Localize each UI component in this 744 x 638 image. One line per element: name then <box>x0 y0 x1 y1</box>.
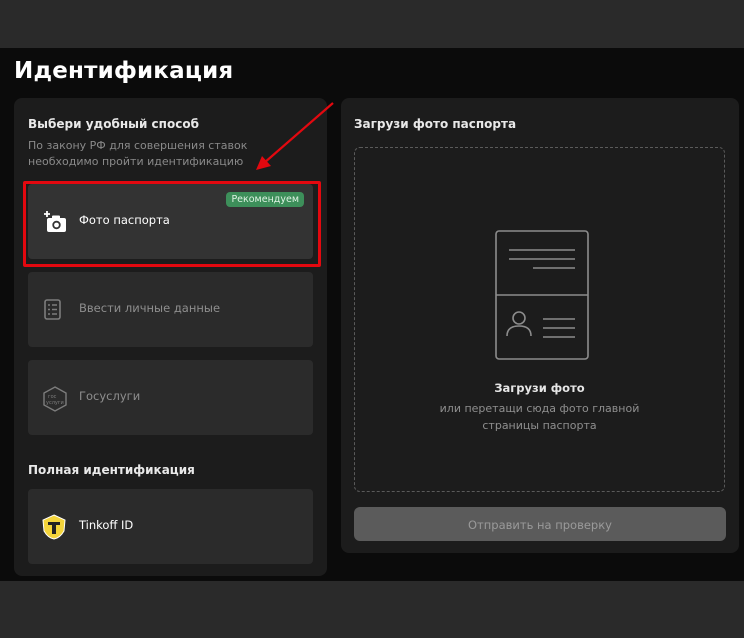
bottom-letterbox <box>0 581 744 638</box>
method-passport-photo[interactable]: Фото паспорта Рекомендуем <box>28 184 313 259</box>
gosuslugi-logo-icon: гос услуги <box>42 386 67 412</box>
tinkoff-shield-icon <box>40 513 66 540</box>
svg-text:услуги: услуги <box>46 400 64 406</box>
top-letterbox <box>0 0 744 48</box>
upload-hint-line2: страницы паспорта <box>482 419 597 432</box>
document-list-icon <box>42 298 66 322</box>
passport-dropzone[interactable]: Загрузи фото или перетащи сюда фото глав… <box>354 147 725 492</box>
upload-panel-title: Загрузи фото паспорта <box>354 117 517 131</box>
choose-method-subtitle-line2: необходимо пройти идентификацию <box>28 155 244 168</box>
choose-method-title: Выбери удобный способ <box>28 117 199 131</box>
method-personal-data[interactable]: Ввести личные данные <box>28 272 313 347</box>
page-title: Идентификация <box>14 58 234 84</box>
recommended-badge: Рекомендуем <box>226 192 304 207</box>
method-tinkoff-id[interactable]: Tinkoff ID <box>28 489 313 564</box>
add-camera-icon <box>42 210 66 234</box>
choose-method-subtitle-line1: По закону РФ для совершения ставок <box>28 139 248 152</box>
upload-title: Загрузи фото <box>494 381 585 395</box>
method-gosuslugi[interactable]: гос услуги Госуслуги <box>28 360 313 435</box>
submit-for-review-button[interactable]: Отправить на проверку <box>354 507 726 541</box>
passport-page-icon <box>495 230 589 360</box>
full-identification-title: Полная идентификация <box>28 463 195 477</box>
method-personal-data-label: Ввести личные данные <box>79 301 221 315</box>
method-passport-photo-label: Фото паспорта <box>79 213 170 227</box>
method-tinkoff-id-label: Tinkoff ID <box>79 518 134 532</box>
method-gosuslugi-label: Госуслуги <box>79 389 141 403</box>
upload-hint-line1: или перетащи сюда фото главной <box>439 402 640 415</box>
